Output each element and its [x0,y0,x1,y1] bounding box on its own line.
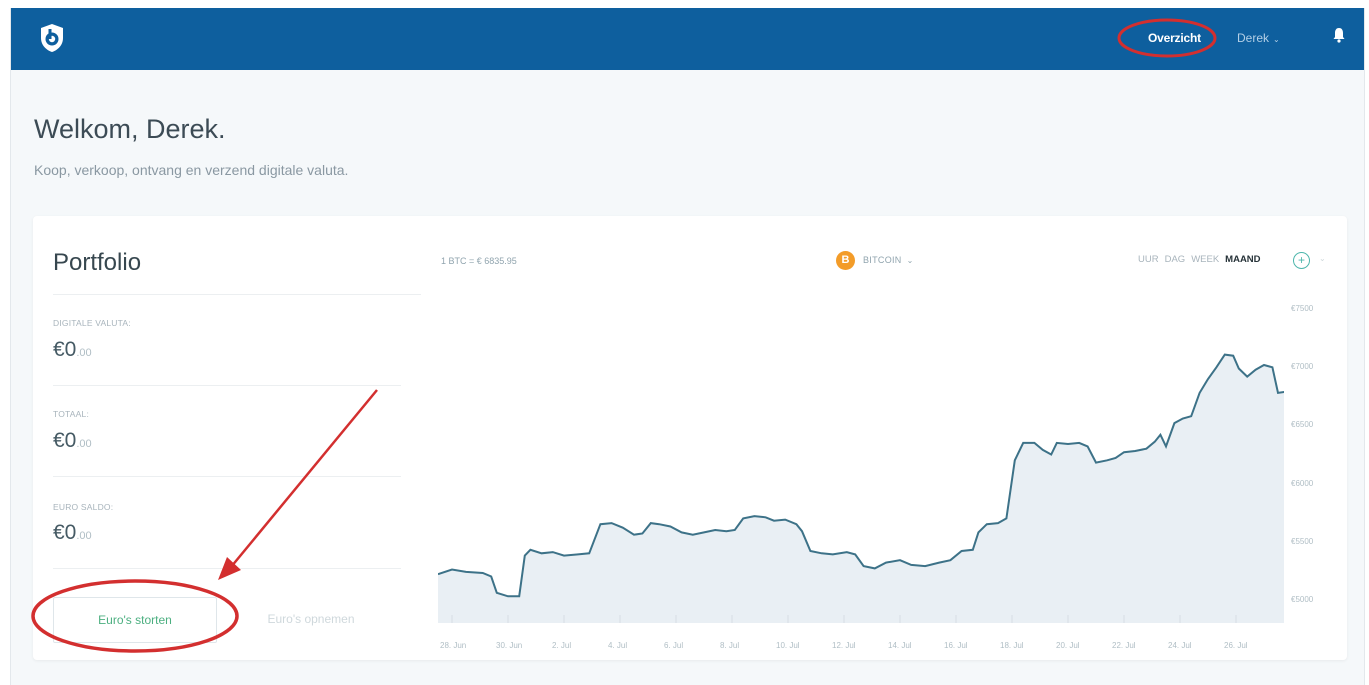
x-tick-label: 16. Jul [944,641,968,650]
x-tick-label: 6. Jul [664,641,684,650]
x-tick-label: 14. Jul [888,641,912,650]
portfolio-card: Portfolio DIGITALE VALUTA: €0.00 TOTAAL:… [33,216,1347,660]
tab-range-uur[interactable]: UUR [1138,254,1159,265]
stat-label-total: TOTAAL: [53,409,90,419]
portfolio-title: Portfolio [53,249,142,276]
x-tick-label: 30. Jun [496,641,523,650]
stat-value-euro-balance: €0.00 [53,521,92,545]
x-tick-label: 12. Jul [832,641,856,650]
x-tick-label: 2. Jul [552,641,572,650]
page-title: Welkom, Derek. [34,114,226,144]
coin-selector[interactable]: B BITCOIN ⌄ [836,249,913,271]
stat-value-main: €0 [53,521,77,544]
x-tick-label: 18. Jul [1000,641,1024,650]
price-area [438,354,1284,623]
user-menu-label: Derek [1237,31,1270,45]
btc-price-text: 1 BTC = € 6835.95 [441,256,517,266]
tab-range-maand[interactable]: MAAND [1225,254,1260,265]
user-menu[interactable]: Derek ⌄ [1237,27,1280,49]
bell-icon[interactable] [1331,26,1347,44]
divider [53,476,401,477]
add-chart-button[interactable]: + [1293,252,1310,269]
withdraw-euros-button[interactable]: Euro's opnemen [229,597,393,643]
stat-value-digital-currency: €0.00 [53,338,92,362]
y-tick-label: €6500 [1291,420,1314,430]
tab-range-week[interactable]: WEEK [1191,254,1219,265]
y-tick-label: €5500 [1291,536,1314,546]
price-chart [438,353,1284,623]
chevron-down-icon: ⌄ [906,255,914,265]
x-tick-label: 4. Jul [608,641,628,650]
coin-name: BITCOIN [863,255,902,265]
time-range-tabs: UUR DAG WEEK MAAND [1138,254,1267,265]
tab-range-dag[interactable]: DAG [1165,254,1186,265]
divider [53,385,401,386]
x-tick-label: 24. Jul [1168,641,1192,650]
app-window: Overzicht Derek ⌄ Welkom, Derek. Koop, ve… [10,8,1365,685]
deposit-euros-button[interactable]: Euro's storten [53,597,217,643]
stat-value-decimals: .00 [76,530,92,542]
x-tick-label: 28. Jun [440,641,467,650]
stat-label-euro-balance: EURO SALDO: [53,502,114,512]
divider [53,568,401,569]
chevron-down-icon: ⌄ [1273,35,1280,44]
chevron-down-icon[interactable]: ⌄ [1319,254,1326,263]
x-tick-label: 26. Jul [1224,641,1248,650]
page-subtitle: Koop, verkoop, ontvang en verzend digita… [34,162,349,178]
y-tick-label: €5000 [1291,594,1314,604]
stat-value-decimals: .00 [76,438,92,450]
stat-value-main: €0 [53,338,77,361]
bitcoin-icon: B [836,250,855,270]
divider [53,294,421,295]
x-tick-label: 8. Jul [720,641,740,650]
stat-value-total: €0.00 [53,429,92,453]
x-tick-label: 22. Jul [1112,641,1136,650]
stat-value-decimals: .00 [76,347,92,359]
y-tick-label: €7000 [1291,362,1314,372]
x-tick-label: 20. Jul [1056,641,1080,650]
stat-value-main: €0 [53,429,77,452]
y-tick-label: €7500 [1291,304,1314,314]
nav-overview-link[interactable]: Overzicht [1148,27,1201,49]
y-tick-label: €6000 [1291,478,1314,488]
shield-b-icon[interactable] [39,23,65,53]
stat-label-digital-currency: DIGITALE VALUTA: [53,318,131,328]
top-navigation-bar: Overzicht Derek ⌄ [11,8,1364,70]
x-tick-label: 10. Jul [776,641,800,650]
